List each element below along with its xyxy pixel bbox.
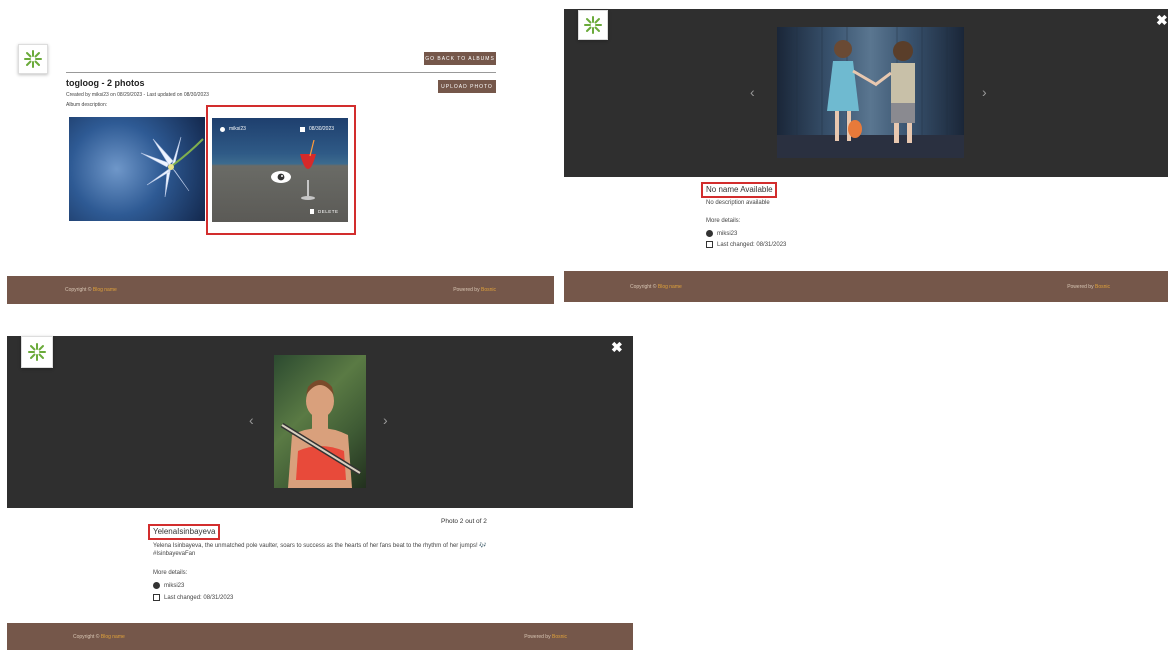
more-details-label: More details:	[153, 570, 188, 576]
logo[interactable]	[21, 336, 53, 368]
user-circle-icon	[220, 126, 225, 132]
album-meta: Created by miksi23 on 08/29/2023 - Last …	[66, 92, 209, 98]
chevron-left-icon[interactable]: ‹	[750, 85, 755, 99]
green-pinwheel-logo-icon	[28, 343, 46, 361]
photo-owner: miksi23	[153, 582, 184, 589]
photo-athlete	[274, 355, 366, 488]
drink-glass-image	[300, 140, 316, 200]
photo-kids	[777, 27, 964, 158]
upload-photo-button[interactable]: UPLOAD PHOTO	[438, 80, 496, 93]
close-icon[interactable]: ✖	[611, 340, 623, 354]
footer-powered-link[interactable]: Bosnic	[481, 287, 496, 293]
chevron-right-icon[interactable]: ›	[383, 413, 388, 427]
green-pinwheel-logo-icon	[584, 16, 602, 34]
go-back-to-albums-button[interactable]: GO BACK TO ALBUMS	[424, 52, 496, 65]
photo-last-changed: Last changed: 08/31/2023	[153, 594, 233, 601]
logo[interactable]	[18, 44, 48, 74]
user-circle-icon	[153, 582, 160, 589]
close-icon[interactable]: ✖	[1156, 13, 1168, 27]
photo-owner: miksi23	[706, 230, 737, 237]
eye-icon[interactable]	[270, 170, 292, 184]
trash-icon	[310, 209, 314, 214]
photo-title: No name Available	[706, 185, 773, 194]
divider	[66, 72, 496, 73]
footer: Copyright © Blog name Powered by Bosnic	[564, 271, 1168, 302]
photo-date: 08/30/2023	[300, 126, 334, 132]
athlete-image	[280, 380, 362, 488]
footer-powered: Powered by Bosnic	[524, 633, 567, 640]
lily-flower-image	[140, 136, 204, 198]
footer-copyright: Copyright © Blog name	[65, 287, 117, 293]
photo-owner: miksi23	[220, 126, 246, 132]
footer-copyright: Copyright © Blog name	[630, 283, 682, 290]
calendar-icon	[706, 241, 713, 248]
footer-powered-link[interactable]: Bosnic	[1095, 284, 1110, 290]
album-description-label: Album description:	[66, 102, 108, 108]
footer: Copyright © Blog name Powered by Bosnic	[7, 623, 633, 650]
logo[interactable]	[578, 10, 608, 40]
footer-powered-link[interactable]: Bosnic	[552, 634, 567, 640]
footer-copyright: Copyright © Blog name	[73, 633, 125, 640]
chevron-left-icon[interactable]: ‹	[249, 413, 254, 427]
more-details-label: More details:	[706, 218, 741, 224]
user-circle-icon	[706, 230, 713, 237]
footer: Copyright © Blog name Powered by Bosnic	[7, 276, 554, 304]
photo-thumbnail-drink[interactable]: miksi23 08/30/2023 DELETE	[212, 118, 348, 222]
kids-image	[777, 27, 964, 158]
photo-description: Yelena Isinbayeva, the unmatched pole va…	[153, 543, 487, 557]
footer-brand-link[interactable]: Blog name	[658, 284, 682, 290]
delete-photo-button[interactable]: DELETE	[310, 209, 339, 214]
calendar-icon	[153, 594, 160, 601]
photo-title: YelenaIsinbayeva	[153, 527, 216, 536]
photo-description: No description available	[706, 200, 770, 206]
footer-brand-link[interactable]: Blog name	[93, 287, 117, 293]
photo-counter: Photo 2 out of 2	[441, 518, 487, 525]
chevron-right-icon[interactable]: ›	[982, 85, 987, 99]
green-pinwheel-logo-icon	[24, 50, 42, 68]
photo-last-changed: Last changed: 08/31/2023	[706, 241, 786, 248]
calendar-icon	[300, 126, 305, 132]
photo-thumbnail-lily[interactable]	[69, 117, 205, 221]
footer-brand-link[interactable]: Blog name	[101, 634, 125, 640]
footer-powered: Powered by Bosnic	[1067, 283, 1110, 290]
album-title: togloog - 2 photos	[66, 78, 145, 88]
footer-powered: Powered by Bosnic	[453, 287, 496, 293]
